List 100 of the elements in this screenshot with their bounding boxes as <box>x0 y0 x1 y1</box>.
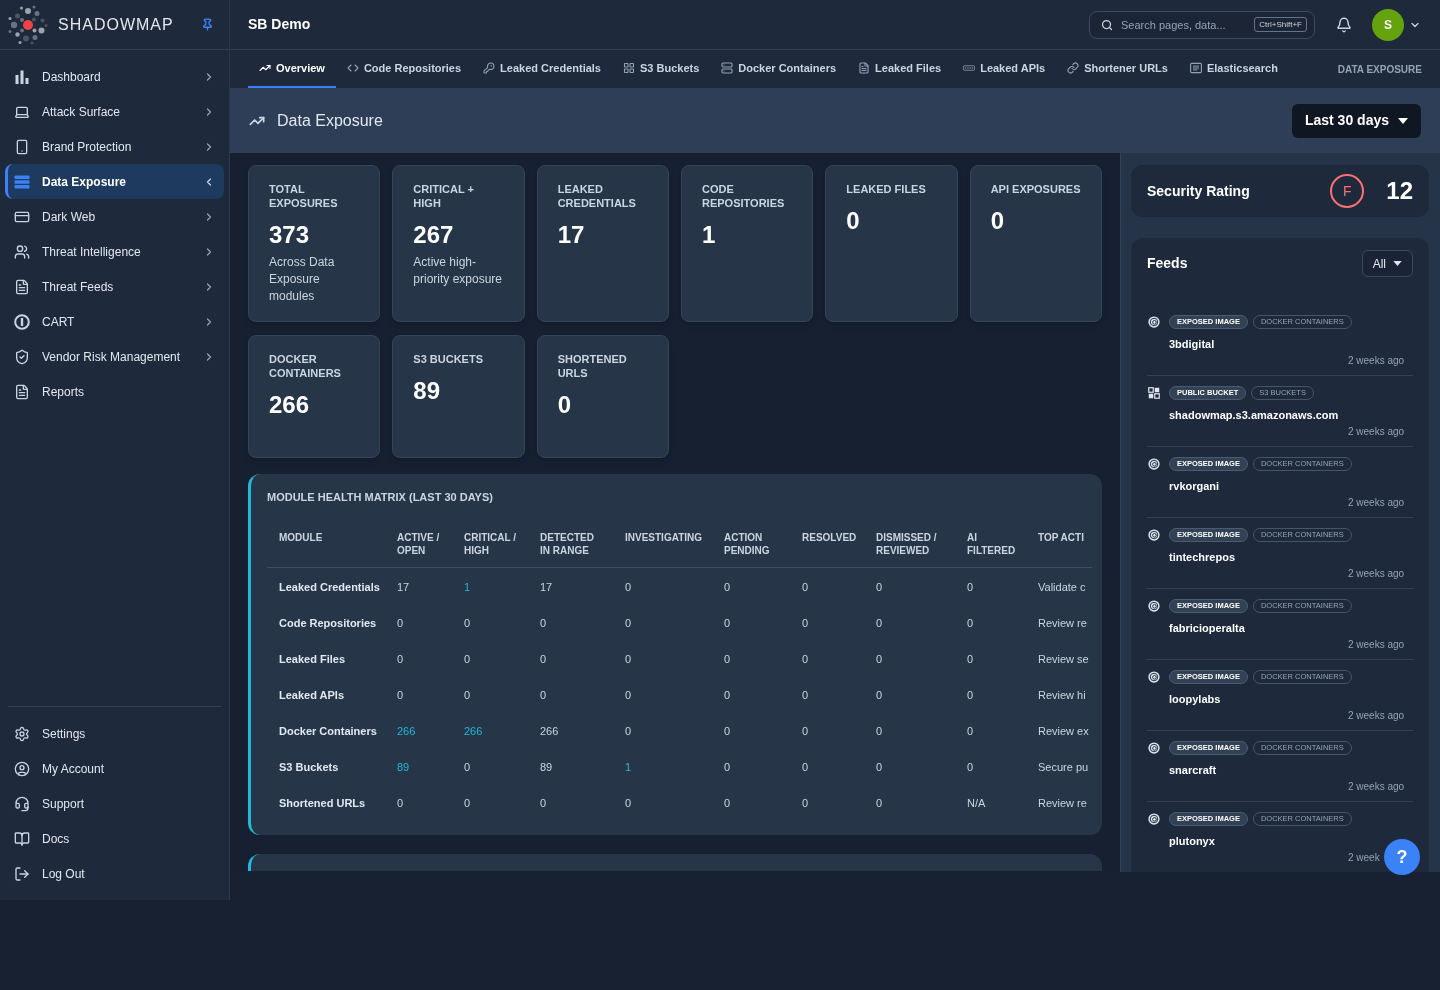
table-cell: 0 <box>876 761 883 773</box>
sidebar-item[interactable]: Threat Feeds <box>5 269 224 304</box>
table-cell: 89 <box>540 761 553 773</box>
settings-icon <box>14 725 30 742</box>
tab[interactable]: Leaked APIs <box>952 50 1057 88</box>
filter-dropdown[interactable]: All <box>1361 250 1413 277</box>
table-cell: Validate c <box>1038 581 1086 593</box>
pill-icon <box>963 62 976 74</box>
tab[interactable]: Docker Containers <box>710 50 848 88</box>
feed-name[interactable]: 3bdigital <box>1169 338 1215 351</box>
code-icon <box>346 62 359 74</box>
sidebar-item[interactable]: Dark Web <box>5 199 224 234</box>
stat-label: API EXPOSURES <box>990 182 1082 196</box>
stat-label: CODE REPOSITORIES <box>702 182 786 210</box>
tab[interactable]: Leaked Files <box>847 50 953 88</box>
table-cell: N/A <box>967 797 986 809</box>
rings-icon <box>1148 458 1160 470</box>
page-title: Data Exposure <box>277 110 383 131</box>
table-cell: 0 <box>464 653 471 665</box>
table-cell: 0 <box>967 761 974 773</box>
sidebar-item[interactable]: Vendor Risk Management <box>5 339 224 374</box>
rings-icon <box>1148 529 1160 541</box>
workspace-title: SB Demo <box>248 15 311 34</box>
headset-icon <box>14 795 30 812</box>
feed-time: 2 weeks ago <box>1348 355 1405 367</box>
shield-check-icon <box>14 348 30 365</box>
table-cell: Code Repositories <box>279 617 377 629</box>
panel-title: MODULE HEALTH MATRIX (LAST 30 DAYS) <box>267 490 493 504</box>
table-cell[interactable]: 266 <box>397 725 416 737</box>
score-value: 12 <box>1386 176 1413 206</box>
sidebar-item[interactable]: Dashboard <box>5 59 224 94</box>
stat-label: S3 BUCKETS <box>413 352 484 366</box>
stat-label: LEAKED CREDENTIALS <box>557 182 637 210</box>
column-header: AI FILTERED <box>967 531 1017 557</box>
table-cell[interactable]: 266 <box>464 725 483 737</box>
card-title: Security Rating <box>1147 181 1250 201</box>
feed-name[interactable]: fabricioperalta <box>1169 622 1245 635</box>
caret-icon <box>1393 261 1402 266</box>
sidebar-item[interactable]: Settings <box>5 716 224 751</box>
stat-value: 1 <box>702 221 716 249</box>
sidebar-item[interactable]: My Account <box>5 751 224 786</box>
column-header: MODULE <box>279 531 323 544</box>
tab[interactable]: Code Repositories <box>335 50 473 88</box>
table-cell: 17 <box>397 581 410 593</box>
column-header: ACTIVE / OPEN <box>397 531 441 557</box>
section-label: DATA EXPOSURE <box>1337 62 1422 77</box>
table-cell: 0 <box>967 689 974 701</box>
table-cell: 17 <box>540 581 553 593</box>
table-cell[interactable]: 1 <box>464 581 471 593</box>
table-cell: 0 <box>876 653 883 665</box>
grid-icon <box>1148 387 1160 399</box>
sidebar-item[interactable]: Threat Intelligence <box>5 234 224 269</box>
stat-value: 0 <box>557 391 571 419</box>
feed-name[interactable]: loopylabs <box>1169 693 1221 706</box>
table-cell: 0 <box>724 725 731 737</box>
feed-name[interactable]: snarcraft <box>1169 764 1217 777</box>
stat-value: 373 <box>269 221 310 249</box>
stat-value: 0 <box>990 207 1004 235</box>
sidebar-item[interactable]: Log Out <box>5 856 224 891</box>
bar-chart-icon <box>14 68 30 85</box>
logout-icon <box>14 865 30 882</box>
stat-value: 17 <box>557 221 585 249</box>
sidebar-item[interactable]: Docs <box>5 821 224 856</box>
column-header: ACTION PENDING <box>724 531 771 557</box>
feed-name[interactable]: plutonyx <box>1169 835 1215 848</box>
table-cell: Review hi <box>1038 689 1086 701</box>
sidebar-item[interactable]: Data Exposure <box>5 164 224 199</box>
feed-name[interactable]: shadowmap.s3.amazonaws.com <box>1169 409 1339 422</box>
table-cell: 0 <box>397 689 404 701</box>
feed-time: 2 weeks ago <box>1348 568 1405 580</box>
tab[interactable]: Leaked Credentials <box>472 50 612 88</box>
server-icon <box>721 62 734 74</box>
rings-icon <box>1148 671 1160 683</box>
table-cell[interactable]: 1 <box>625 761 632 773</box>
tab[interactable]: S3 Buckets <box>612 50 711 88</box>
caret-icon <box>1398 117 1408 124</box>
table-cell: 0 <box>802 761 809 773</box>
pin-icon[interactable] <box>201 18 214 31</box>
feed-name[interactable]: rvkorgani <box>1169 480 1220 493</box>
rings-icon <box>1148 600 1160 612</box>
sidebar-item[interactable]: Attack Surface <box>5 94 224 129</box>
table-cell: 0 <box>464 761 471 773</box>
table-cell: 0 <box>802 653 809 665</box>
table-cell[interactable]: 89 <box>397 761 410 773</box>
table-cell: 0 <box>802 689 809 701</box>
feed-time: 2 weeks ago <box>1348 497 1405 509</box>
tab[interactable]: Elasticsearch <box>1178 50 1289 88</box>
date-range-button[interactable]: Last 30 days <box>1291 103 1421 138</box>
notifications-icon[interactable] <box>1336 16 1352 33</box>
table-cell: 0 <box>724 761 731 773</box>
sidebar-item[interactable]: Reports <box>5 374 224 409</box>
tab[interactable]: Shortener URLs <box>1056 50 1179 88</box>
sidebar-item[interactable]: Brand Protection <box>5 129 224 164</box>
feed-name[interactable]: tintechrepos <box>1169 551 1235 564</box>
key-icon <box>483 62 496 74</box>
sidebar-item[interactable]: CART <box>5 304 224 339</box>
table-cell: 0 <box>625 689 632 701</box>
sidebar-item[interactable]: Support <box>5 786 224 821</box>
document-icon <box>14 383 30 400</box>
table-cell: 266 <box>540 725 559 737</box>
